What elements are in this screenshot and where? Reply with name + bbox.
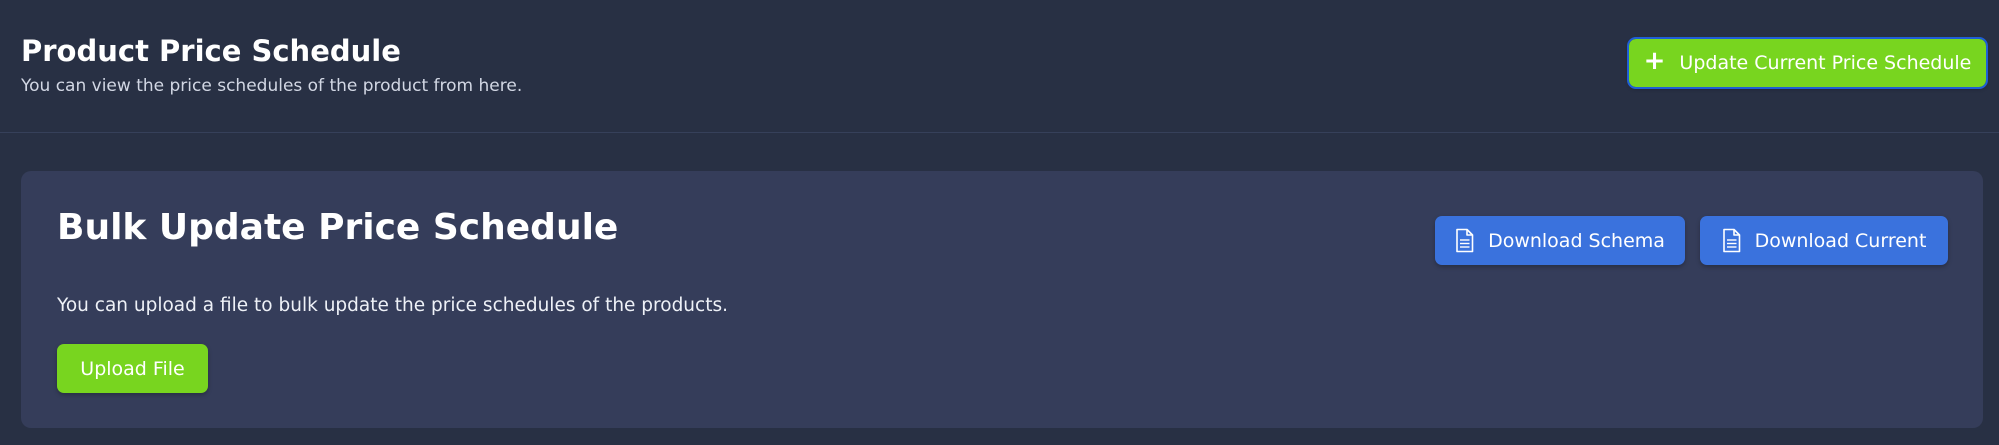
document-icon [1455, 228, 1474, 253]
bulk-update-description: You can upload a file to bulk update the… [57, 295, 728, 316]
download-current-label: Download Current [1754, 229, 1927, 252]
download-schema-button[interactable]: Download Schema [1435, 216, 1685, 265]
page-subtitle: You can view the price schedules of the … [21, 76, 523, 96]
page-header: Product Price Schedule You can view the … [0, 0, 1999, 133]
page: Product Price Schedule You can view the … [0, 0, 1999, 445]
update-button-label: Update Current Price Schedule [1679, 52, 1972, 74]
update-current-price-schedule-button[interactable]: + Update Current Price Schedule [1627, 37, 1988, 89]
bulk-update-card: Bulk Update Price Schedule Download Sche… [21, 171, 1983, 428]
document-icon [1722, 228, 1741, 253]
download-schema-label: Download Schema [1488, 229, 1665, 252]
plus-icon: + [1643, 46, 1666, 76]
page-title: Product Price Schedule [21, 34, 401, 68]
download-current-button[interactable]: Download Current [1700, 216, 1948, 265]
upload-file-button[interactable]: Upload File [57, 344, 208, 393]
bulk-update-title: Bulk Update Price Schedule [57, 207, 619, 248]
